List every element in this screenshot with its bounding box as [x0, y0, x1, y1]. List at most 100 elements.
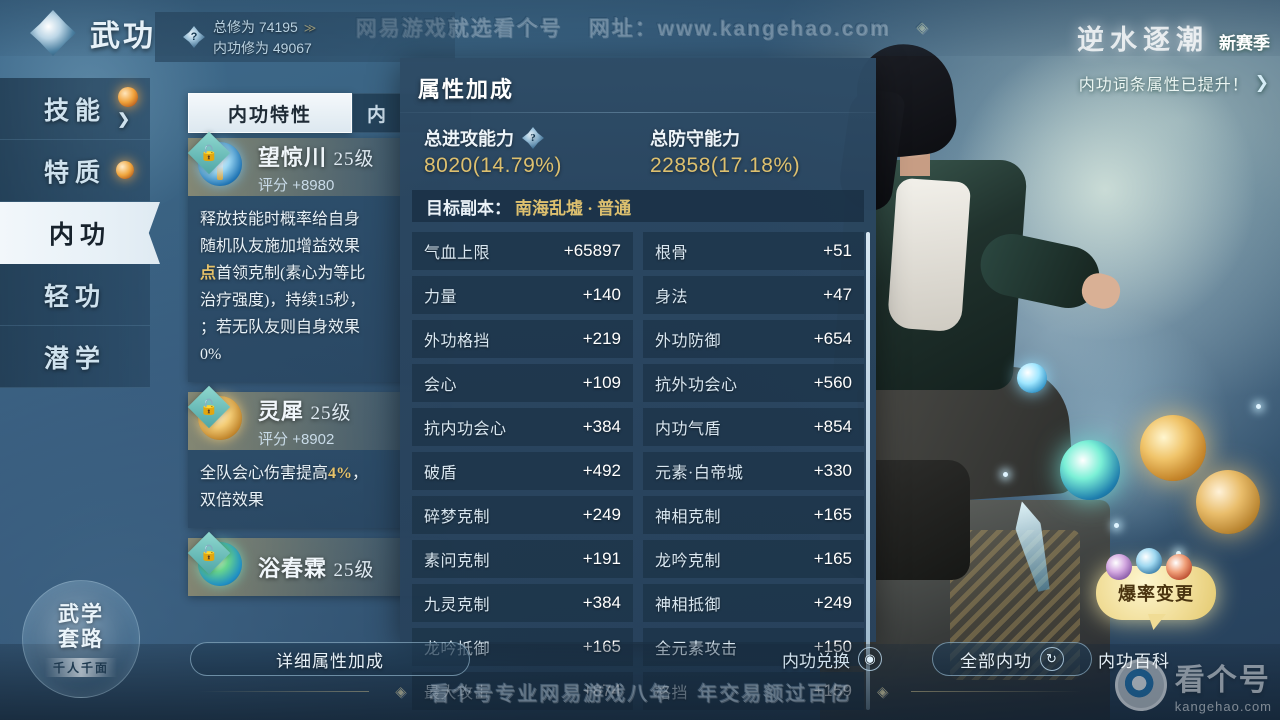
sidebar-item-traits[interactable]: 特质: [0, 140, 150, 202]
sparkle: [1114, 523, 1119, 528]
help-icon[interactable]: ?: [522, 127, 544, 149]
martial-routine-emblem[interactable]: 武学 套路 千人千面: [22, 580, 140, 698]
attribute-value: +249: [582, 505, 621, 524]
skill-score-value: +8902: [292, 430, 335, 448]
season-notice: 内功词条属性已提升！: [1078, 77, 1249, 94]
attribute-value: +109: [582, 373, 621, 392]
attribute-row: 抗外功会心 +560: [643, 364, 864, 402]
target-dungeon-value: 南海乱墟 · 普通: [515, 198, 632, 218]
attribute-key: 外功防御: [655, 333, 722, 350]
total-defense-label: 总防守能力: [650, 129, 740, 149]
attribute-row: 破盾 +492: [412, 452, 633, 490]
orbit-icon: ◉: [858, 647, 882, 671]
sidebar-item-latent-study[interactable]: 潜学: [0, 326, 150, 388]
attribute-value: +330: [813, 461, 852, 480]
attribute-value: +165: [813, 549, 852, 568]
diamond-emblem-icon: [30, 10, 76, 56]
sidebar-item-label: 潜学: [43, 345, 106, 373]
attribute-key: 龙吟克制: [655, 553, 722, 570]
attribute-key: 会心: [424, 377, 458, 394]
attribute-row: 外功格挡 +219: [412, 320, 633, 358]
attribute-key: 神相克制: [655, 509, 722, 526]
attribute-key: 根骨: [655, 245, 689, 262]
sparkle: [1003, 472, 1008, 477]
total-attack-label: 总进攻能力: [424, 129, 514, 149]
attribute-value: +654: [813, 329, 852, 348]
tab-inner-traits[interactable]: 内功特性: [188, 93, 352, 133]
skill-score-value: +8980: [292, 176, 335, 194]
diamond-icon: ◈: [877, 683, 888, 699]
attribute-row: 抗内功会心 +384: [412, 408, 633, 446]
skill-name-row: 灵犀 25级: [258, 394, 352, 426]
attribute-row: 会心 +109: [412, 364, 633, 402]
attribute-value: +249: [813, 593, 852, 612]
emblem-subtitle: 千人千面: [44, 657, 117, 677]
cultivation-total: 总修为 74195 ≫: [213, 17, 316, 37]
sparkle: [1256, 404, 1261, 409]
attribute-value: +191: [582, 549, 621, 568]
sidebar-item-lightness[interactable]: 轻功: [0, 264, 150, 326]
attribute-grid: 气血上限 +65897 根骨 +51 力量 +140 身法 +47 外功格挡 +219 外功防御 +6…: [412, 232, 864, 710]
attribute-row: 龙吟克制 +165: [643, 540, 864, 578]
skill-name: 望惊川: [258, 144, 328, 170]
skill-name: 灵犀: [258, 398, 305, 424]
attribute-key: 气血上限: [424, 245, 491, 262]
attribute-value: +492: [582, 461, 621, 480]
attribute-value: +560: [813, 373, 852, 392]
attribute-value: +384: [582, 417, 621, 436]
skill-score-label: 评分: [258, 430, 289, 448]
help-icon[interactable]: ?: [183, 26, 205, 48]
attribute-key: 九灵克制: [424, 597, 491, 614]
eye-logo-icon: [1114, 658, 1167, 711]
skill-desc-highlight: 4%: [328, 465, 353, 482]
notification-dot-icon: [116, 161, 134, 179]
inner-exchange-button[interactable]: 内功兑换 ◉: [782, 642, 882, 676]
cultivation-summary[interactable]: ? 总修为 74195 ≫ 内功修为 49067: [155, 12, 455, 62]
attribute-key: 力量: [424, 289, 458, 306]
skill-icon-wrap: 🔓: [187, 385, 248, 446]
reward-item-icon: [1136, 548, 1162, 574]
tab-label: 内: [367, 104, 389, 126]
attribute-row: 内功气盾 +854: [643, 408, 864, 446]
page-header: 武功: [30, 10, 156, 56]
attribute-key: 元素·白帝城: [655, 465, 744, 482]
skill-score-row: 评分 +8902: [258, 428, 352, 449]
character-shirt: [886, 177, 972, 333]
all-inner-power-button[interactable]: 全部内功 ↻: [932, 642, 1092, 676]
attribute-value: +47: [823, 285, 852, 304]
sidebar-item-skills[interactable]: 技能 ❯: [0, 78, 150, 140]
attribute-value: +854: [813, 417, 852, 436]
drop-rate-change-bubble[interactable]: 爆率变更: [1096, 548, 1216, 620]
sidebar-item-inner-power[interactable]: 内功: [0, 202, 160, 264]
skill-level: 25级: [333, 560, 375, 581]
inner-exchange-label: 内功兑换: [782, 651, 850, 671]
skill-desc-highlight: 点: [200, 265, 217, 282]
attribute-key: 内功气盾: [655, 421, 722, 438]
emblem-line2: 套路: [58, 626, 104, 651]
target-dungeon-label: 目标副本：: [426, 198, 511, 218]
sidebar-nav: 技能 ❯ 特质 内功 轻功 潜学: [0, 78, 160, 388]
target-dungeon-row[interactable]: 目标副本： 南海乱墟 · 普通: [412, 190, 864, 222]
attribute-key: 破盾: [424, 465, 458, 482]
attribute-key: 抗内功会心: [424, 421, 507, 438]
skill-level: 25级: [310, 402, 352, 424]
reward-item-icon: [1166, 554, 1192, 580]
detail-attributes-button[interactable]: 详细属性加成: [190, 642, 470, 676]
skill-name: 浴春霖: [258, 556, 328, 581]
promo-text-left: 看个号专业网易游戏八年: [429, 683, 671, 705]
skill-icon-wrap: 🔓: [187, 131, 248, 192]
effect-orb-gold: [1140, 415, 1206, 481]
skill-name-row: 浴春霖 25级: [258, 551, 375, 583]
attribute-value: +65897: [563, 241, 621, 260]
attribute-bonus-panel: 属性加成 总进攻能力 ? 8020(14.79%) 总防守能力 22858(17…: [400, 58, 876, 710]
skill-score-label: 评分: [258, 176, 289, 194]
detail-attributes-label: 详细属性加成: [276, 651, 384, 671]
chevron-right-icon: ❯: [1254, 73, 1270, 92]
site-name: 看个号: [1174, 664, 1271, 697]
sidebar-item-label: 特质: [43, 159, 106, 187]
diamond-icon: ◈: [395, 683, 406, 699]
scrollbar-thumb[interactable]: [866, 232, 870, 710]
sidebar-item-label: 技能: [43, 97, 106, 125]
all-inner-power-label: 全部内功: [960, 651, 1032, 671]
season-banner[interactable]: 逆水逐潮 新赛季 内功词条属性已提升！ ❯: [1077, 18, 1270, 95]
